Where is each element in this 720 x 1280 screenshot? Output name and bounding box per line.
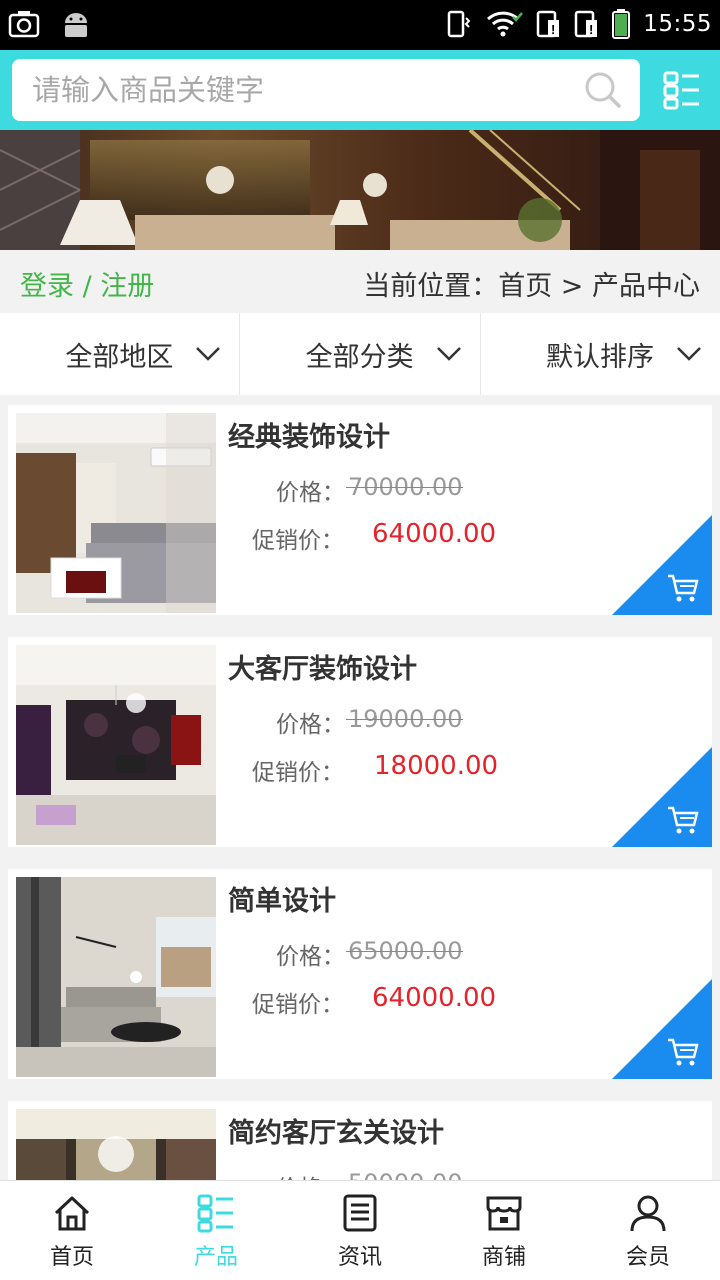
location-bar: 登录 / 注册 当前位置：首页 > 产品中心: [0, 250, 720, 313]
product-card[interactable]: 经典装饰设计 价格： 70000.00 促销价： 64000.00: [8, 405, 712, 615]
sale-price: 18000.00: [374, 751, 499, 781]
filter-bar: 全部地区 全部分类 默认排序: [0, 313, 720, 395]
breadcrumb: 当前位置：首页 > 产品中心: [363, 271, 700, 302]
sim2-icon: !: [574, 10, 598, 38]
price-label: 价格：: [276, 480, 345, 506]
status-bar: ! ! 15:55: [0, 0, 720, 50]
status-time: 15:55: [643, 11, 712, 37]
svg-text:!: !: [551, 22, 555, 37]
wifi-icon: [487, 11, 524, 37]
cart-icon[interactable]: [666, 573, 700, 603]
nav-label: 首页: [49, 1245, 94, 1270]
banner-image[interactable]: [0, 130, 720, 250]
chevron-down-icon: [196, 347, 221, 361]
filter-region-dropdown[interactable]: 全部地区: [0, 313, 241, 395]
product-image[interactable]: [16, 645, 216, 845]
price-label: 价格：: [276, 712, 345, 738]
grid-list-icon: [197, 1194, 233, 1233]
shop-icon: [486, 1196, 522, 1231]
filter-sort-dropdown[interactable]: 默认排序: [481, 313, 720, 395]
nav-home[interactable]: 首页: [0, 1181, 144, 1280]
cart-icon[interactable]: [666, 805, 700, 835]
product-title[interactable]: 简约客厅玄关设计: [228, 1111, 444, 1150]
product-title[interactable]: 经典装饰设计: [228, 415, 390, 454]
nav-label: 资讯: [337, 1245, 382, 1270]
sale-price-label: 促销价：: [252, 760, 344, 786]
home-icon: [54, 1196, 90, 1231]
original-price: 70000.00: [346, 473, 463, 501]
sim1-icon: !: [536, 10, 560, 38]
filter-label: 默认排序: [545, 341, 654, 373]
product-image[interactable]: [16, 413, 216, 613]
chevron-down-icon: [677, 347, 701, 361]
filter-label: 全部分类: [305, 341, 414, 373]
user-icon: [630, 1195, 666, 1232]
news-icon: [343, 1194, 377, 1232]
header-bar: [0, 50, 720, 130]
app-screen: ! ! 15:55 请输入商品关键字 登录 / 注册 当前位置：首页 > 产品中…: [0, 0, 720, 1280]
nav-news[interactable]: 资讯: [288, 1181, 432, 1280]
nav-products[interactable]: 产品: [144, 1181, 288, 1280]
chevron-down-icon: [436, 347, 461, 361]
android-icon: [65, 13, 87, 37]
search-icon[interactable]: [584, 71, 622, 109]
bottom-navigation: 首页 产品 资讯 商铺 会员: [0, 1180, 720, 1280]
vibrate-icon: [447, 10, 471, 38]
filter-category-dropdown[interactable]: 全部分类: [240, 313, 481, 395]
nav-shop[interactable]: 商铺: [432, 1181, 576, 1280]
svg-text:!: !: [589, 22, 593, 37]
price-label: 价格：: [276, 944, 345, 970]
cart-icon[interactable]: [666, 1037, 700, 1067]
original-price: 19000.00: [346, 705, 463, 733]
screenshot-icon: [8, 11, 40, 38]
search-box[interactable]: [12, 59, 640, 121]
nav-label: 会员: [625, 1245, 670, 1270]
login-register-link[interactable]: 登录 / 注册: [20, 264, 154, 303]
filter-label: 全部地区: [65, 341, 174, 373]
sale-price-label: 促销价：: [252, 992, 344, 1018]
sale-price: 64000.00: [372, 983, 497, 1013]
product-title[interactable]: 简单设计: [228, 879, 336, 918]
sale-price: 64000.00: [372, 519, 497, 549]
sale-price-label: 促销价：: [252, 528, 344, 554]
nav-member[interactable]: 会员: [576, 1181, 720, 1280]
battery-icon: [612, 9, 631, 39]
nav-label: 商铺: [481, 1245, 526, 1270]
product-card[interactable]: 大客厅装饰设计 价格： 19000.00 促销价： 18000.00: [8, 637, 712, 847]
menu-grid-icon[interactable]: [662, 70, 702, 110]
nav-label: 产品: [193, 1245, 238, 1270]
product-card[interactable]: 简单设计 价格： 65000.00 促销价： 64000.00: [8, 869, 712, 1079]
product-image[interactable]: [16, 877, 216, 1077]
original-price: 65000.00: [346, 937, 463, 965]
product-title[interactable]: 大客厅装饰设计: [228, 647, 417, 686]
search-input[interactable]: [32, 69, 572, 111]
